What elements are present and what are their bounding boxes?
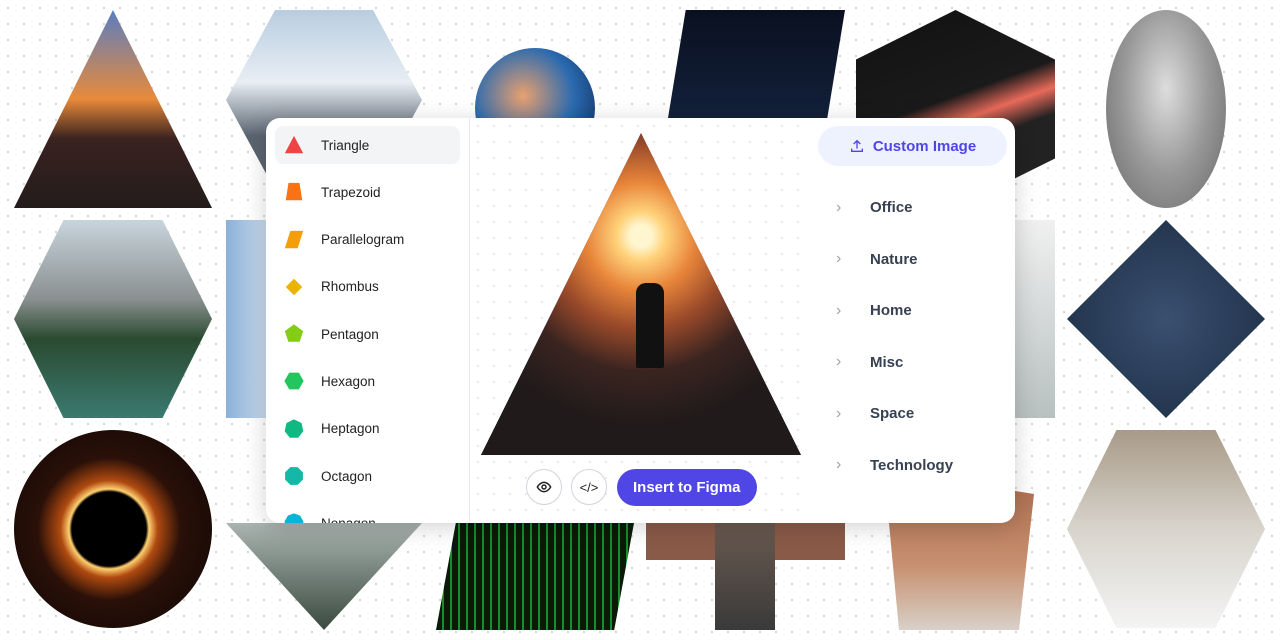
bg-road-image-stem	[715, 523, 775, 630]
category-label: Misc	[870, 353, 904, 371]
category-label: Space	[870, 405, 915, 423]
code-button[interactable]: </>	[571, 469, 607, 505]
bg-matrix-image	[436, 523, 634, 630]
trapezoid-icon	[285, 183, 303, 201]
category-office[interactable]: › Office	[818, 182, 1007, 234]
shape-label: Heptagon	[321, 421, 380, 437]
triangle-icon	[284, 135, 304, 154]
shape-label: Pentagon	[321, 326, 379, 342]
shape-label: Octagon	[321, 468, 373, 484]
eye-icon	[536, 481, 552, 493]
chevron-right-icon: ›	[836, 404, 842, 422]
chevron-right-icon: ›	[836, 301, 842, 319]
insert-to-figma-button[interactable]: Insert to Figma	[617, 469, 757, 506]
preview-area: </> Insert to Figma	[470, 118, 810, 523]
hexagon-icon	[284, 373, 304, 390]
heptagon-icon	[284, 419, 304, 438]
shape-item-heptagon[interactable]: Heptagon	[275, 410, 460, 448]
shape-item-rhombus[interactable]: Rhombus	[275, 268, 460, 306]
shape-item-parallelogram[interactable]: Parallelogram	[275, 221, 460, 259]
custom-image-label: Custom Image	[872, 137, 977, 155]
silhouette	[636, 283, 664, 368]
shape-label: Nonagon	[321, 516, 376, 523]
category-nature[interactable]: › Nature	[818, 234, 1007, 286]
shape-label: Rhombus	[321, 279, 379, 295]
chevron-right-icon: ›	[836, 198, 842, 216]
bg-kitchen-image	[1067, 430, 1265, 628]
bg-circuit-image	[1067, 220, 1265, 418]
category-label: Technology	[870, 456, 954, 474]
category-label: Office	[870, 199, 913, 217]
category-home[interactable]: › Home	[818, 285, 1007, 337]
category-misc[interactable]: › Misc	[818, 337, 1007, 389]
preview-button[interactable]	[526, 469, 562, 505]
shape-label: Parallelogram	[321, 232, 405, 248]
category-technology[interactable]: › Technology	[818, 440, 1007, 492]
shape-item-hexagon[interactable]: Hexagon	[275, 362, 460, 400]
custom-image-button[interactable]: Custom Image	[818, 126, 1007, 166]
bg-lake-image	[14, 220, 212, 418]
shape-label: Trapezoid	[321, 184, 381, 200]
shape-item-trapezoid[interactable]: Trapezoid	[275, 173, 460, 211]
parallelogram-icon	[284, 230, 304, 248]
chevron-right-icon: ›	[836, 353, 842, 371]
nonagon-icon	[284, 513, 304, 523]
shape-label: Hexagon	[321, 373, 376, 389]
category-label: Home	[870, 302, 912, 320]
shape-item-triangle[interactable]: Triangle	[275, 126, 460, 164]
category-label: Nature	[870, 250, 918, 268]
bg-eclipse-image	[14, 430, 212, 628]
rhombus-icon	[285, 278, 303, 296]
octagon-icon	[285, 467, 303, 485]
upload-icon	[850, 139, 863, 152]
chevron-right-icon: ›	[836, 456, 842, 474]
chevron-right-icon: ›	[836, 250, 842, 268]
shape-item-pentagon[interactable]: Pentagon	[275, 315, 460, 353]
pentagon-icon	[284, 324, 304, 342]
shape-item-octagon[interactable]: Octagon	[275, 457, 460, 495]
bg-triangle-image	[14, 10, 212, 208]
category-space[interactable]: › Space	[818, 388, 1007, 440]
bg-rocket-image	[668, 10, 845, 118]
shape-picker-panel: Triangle Trapezoid Parallelogram Rhombus Pen…	[266, 118, 1015, 523]
preview-image	[481, 133, 801, 455]
shape-list[interactable]: Triangle Trapezoid Parallelogram Rhombus Pen…	[266, 118, 470, 523]
bg-forest-image	[226, 523, 422, 630]
category-panel: Custom Image › Office › Nature › Home › Misc › Sp…	[810, 118, 1015, 523]
shape-label: Triangle	[321, 137, 370, 153]
bg-astronaut-image	[1106, 10, 1226, 208]
shape-item-nonagon[interactable]: Nonagon	[275, 504, 460, 523]
code-icon: </>	[579, 479, 599, 495]
